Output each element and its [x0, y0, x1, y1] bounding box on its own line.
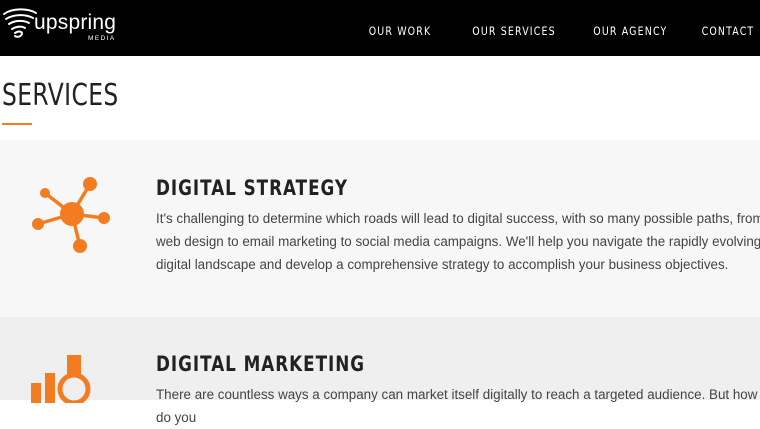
service-title: DIGITAL STRATEGY	[156, 176, 349, 200]
service-description: There are countless ways a company can m…	[156, 387, 758, 425]
main-nav: OUR WORK OUR SERVICES OUR AGENCY CONTACT	[355, 24, 754, 38]
nav-item-contact[interactable]: CONTACT	[701, 24, 754, 38]
service-title: DIGITAL MARKETING	[156, 352, 365, 376]
service-digital-marketing: DIGITAL MARKETING There are countless wa…	[0, 317, 760, 425]
site-header: upspring MEDIA OUR WORK OUR SERVICES OUR…	[0, 0, 760, 56]
bar-chart-magnifier-icon	[31, 355, 91, 403]
page-title: SERVICES	[2, 78, 119, 113]
service-digital-strategy: DIGITAL STRATEGY It's challenging to det…	[0, 140, 760, 317]
nav-item-our-services[interactable]: OUR SERVICES	[472, 24, 555, 38]
logo-wordmark: upspring	[34, 11, 117, 34]
service-description: It's challenging to determine which road…	[156, 211, 760, 272]
nav-item-our-agency[interactable]: OUR AGENCY	[594, 24, 668, 38]
nav-item-our-work[interactable]: OUR WORK	[369, 24, 432, 38]
logo-subtitle: MEDIA	[88, 35, 116, 42]
network-nodes-icon	[32, 177, 110, 253]
upspring-logo[interactable]: upspring MEDIA	[0, 6, 130, 46]
title-underline	[2, 123, 32, 125]
